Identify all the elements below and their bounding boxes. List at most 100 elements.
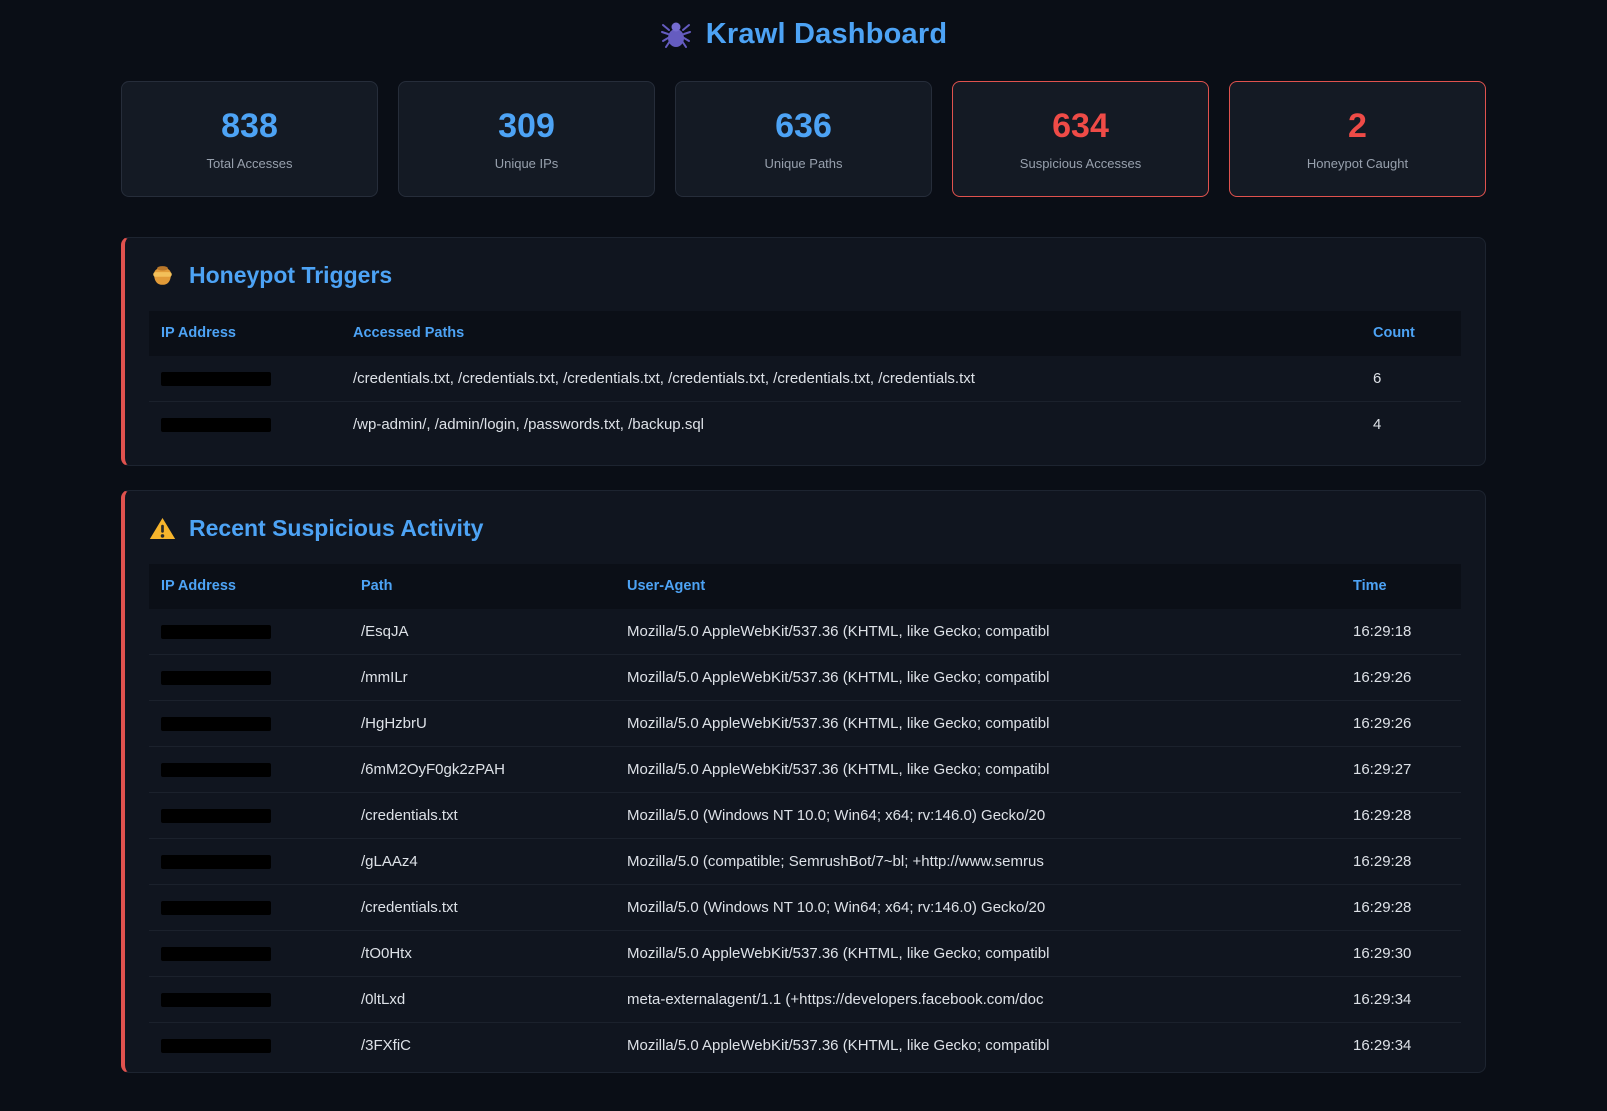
path-cell: /6mM2OyF0gk2zPAH bbox=[349, 747, 615, 793]
suspicious-table-header: IP AddressPathUser-AgentTime bbox=[149, 564, 1461, 609]
stat-card: 309 Unique IPs bbox=[398, 81, 655, 197]
stat-value: 838 bbox=[132, 109, 367, 143]
path-cell: /3FXfiC bbox=[349, 1023, 615, 1069]
user-agent-cell: Mozilla/5.0 AppleWebKit/537.36 (KHTML, l… bbox=[615, 655, 1341, 701]
suspicious-table-row: /3FXfiC Mozilla/5.0 AppleWebKit/537.36 (… bbox=[149, 1023, 1461, 1069]
redacted-ip bbox=[161, 809, 271, 823]
path-cell: /EsqJA bbox=[349, 609, 615, 655]
redacted-ip bbox=[161, 372, 271, 386]
time-cell: 16:29:27 bbox=[1341, 747, 1461, 793]
column-header: Count bbox=[1361, 311, 1461, 356]
user-agent-cell: Mozilla/5.0 AppleWebKit/537.36 (KHTML, l… bbox=[615, 701, 1341, 747]
count-cell: 6 bbox=[1361, 356, 1461, 402]
warning-icon bbox=[149, 516, 176, 541]
ip-cell bbox=[149, 793, 349, 839]
stat-label: Suspicious Accesses bbox=[963, 156, 1198, 171]
krawl-dashboard: Krawl Dashboard 838 Total Accesses 309 U… bbox=[121, 0, 1486, 1073]
honeypot-panel: Honeypot Triggers IP AddressAccessed Pat… bbox=[121, 237, 1486, 466]
suspicious-table-row: /HgHzbrU Mozilla/5.0 AppleWebKit/537.36 … bbox=[149, 701, 1461, 747]
stat-value: 2 bbox=[1240, 109, 1475, 143]
time-cell: 16:29:18 bbox=[1341, 609, 1461, 655]
stat-value: 634 bbox=[963, 109, 1198, 143]
suspicious-heading: Recent Suspicious Activity bbox=[149, 515, 1461, 542]
honeypot-icon bbox=[149, 262, 176, 289]
path-cell: /HgHzbrU bbox=[349, 701, 615, 747]
user-agent-cell: Mozilla/5.0 AppleWebKit/537.36 (KHTML, l… bbox=[615, 931, 1341, 977]
redacted-ip bbox=[161, 671, 271, 685]
user-agent-cell: Mozilla/5.0 (Windows NT 10.0; Win64; x64… bbox=[615, 885, 1341, 931]
redacted-ip bbox=[161, 855, 271, 869]
honeypot-table-row: /wp-admin/, /admin/login, /passwords.txt… bbox=[149, 402, 1461, 448]
ip-cell bbox=[149, 839, 349, 885]
stat-label: Unique IPs bbox=[409, 156, 644, 171]
stat-value: 309 bbox=[409, 109, 644, 143]
redacted-ip bbox=[161, 625, 271, 639]
ip-cell bbox=[149, 402, 341, 448]
honeypot-title: Honeypot Triggers bbox=[189, 262, 392, 289]
path-cell: /0ltLxd bbox=[349, 977, 615, 1023]
redacted-ip bbox=[161, 993, 271, 1007]
ip-cell bbox=[149, 1023, 349, 1069]
accessed-paths-cell: /credentials.txt, /credentials.txt, /cre… bbox=[341, 356, 1361, 402]
suspicious-title: Recent Suspicious Activity bbox=[189, 515, 483, 542]
stat-label: Total Accesses bbox=[132, 156, 367, 171]
column-header: IP Address bbox=[149, 311, 341, 356]
path-cell: /gLAAz4 bbox=[349, 839, 615, 885]
redacted-ip bbox=[161, 901, 271, 915]
page-header: Krawl Dashboard bbox=[121, 18, 1486, 51]
time-cell: 16:29:26 bbox=[1341, 655, 1461, 701]
stat-card: 2 Honeypot Caught bbox=[1229, 81, 1486, 197]
path-cell: /mmILr bbox=[349, 655, 615, 701]
suspicious-table-row: /credentials.txt Mozilla/5.0 (Windows NT… bbox=[149, 793, 1461, 839]
stats-row: 838 Total Accesses 309 Unique IPs 636 Un… bbox=[121, 81, 1486, 197]
time-cell: 16:29:28 bbox=[1341, 885, 1461, 931]
stat-label: Unique Paths bbox=[686, 156, 921, 171]
column-header: Path bbox=[349, 564, 615, 609]
user-agent-cell: meta-externalagent/1.1 (+https://develop… bbox=[615, 977, 1341, 1023]
suspicious-table-row: /0ltLxd meta-externalagent/1.1 (+https:/… bbox=[149, 977, 1461, 1023]
redacted-ip bbox=[161, 1039, 271, 1053]
honeypot-table: IP AddressAccessed PathsCount /credentia… bbox=[149, 311, 1461, 447]
redacted-ip bbox=[161, 418, 271, 432]
redacted-ip bbox=[161, 763, 271, 777]
path-cell: /credentials.txt bbox=[349, 793, 615, 839]
honeypot-table-row: /credentials.txt, /credentials.txt, /cre… bbox=[149, 356, 1461, 402]
stat-value: 636 bbox=[686, 109, 921, 143]
accessed-paths-cell: /wp-admin/, /admin/login, /passwords.txt… bbox=[341, 402, 1361, 448]
time-cell: 16:29:34 bbox=[1341, 977, 1461, 1023]
path-cell: /tO0Htx bbox=[349, 931, 615, 977]
path-cell: /credentials.txt bbox=[349, 885, 615, 931]
user-agent-cell: Mozilla/5.0 AppleWebKit/537.36 (KHTML, l… bbox=[615, 1023, 1341, 1069]
ip-cell bbox=[149, 609, 349, 655]
user-agent-cell: Mozilla/5.0 AppleWebKit/537.36 (KHTML, l… bbox=[615, 609, 1341, 655]
stat-label: Honeypot Caught bbox=[1240, 156, 1475, 171]
column-header: Time bbox=[1341, 564, 1461, 609]
column-header: IP Address bbox=[149, 564, 349, 609]
ip-cell bbox=[149, 885, 349, 931]
ip-cell bbox=[149, 931, 349, 977]
time-cell: 16:29:34 bbox=[1341, 1023, 1461, 1069]
stat-card: 636 Unique Paths bbox=[675, 81, 932, 197]
user-agent-cell: Mozilla/5.0 (Windows NT 10.0; Win64; x64… bbox=[615, 793, 1341, 839]
ip-cell bbox=[149, 356, 341, 402]
spider-icon bbox=[660, 19, 692, 51]
honeypot-table-header: IP AddressAccessed PathsCount bbox=[149, 311, 1461, 356]
suspicious-table: IP AddressPathUser-AgentTime /EsqJA Mozi… bbox=[149, 564, 1461, 1068]
time-cell: 16:29:26 bbox=[1341, 701, 1461, 747]
suspicious-table-row: /6mM2OyF0gk2zPAH Mozilla/5.0 AppleWebKit… bbox=[149, 747, 1461, 793]
user-agent-cell: Mozilla/5.0 (compatible; SemrushBot/7~bl… bbox=[615, 839, 1341, 885]
count-cell: 4 bbox=[1361, 402, 1461, 448]
column-header: Accessed Paths bbox=[341, 311, 1361, 356]
ip-cell bbox=[149, 655, 349, 701]
ip-cell bbox=[149, 977, 349, 1023]
suspicious-table-row: /credentials.txt Mozilla/5.0 (Windows NT… bbox=[149, 885, 1461, 931]
suspicious-table-row: /EsqJA Mozilla/5.0 AppleWebKit/537.36 (K… bbox=[149, 609, 1461, 655]
ip-cell bbox=[149, 747, 349, 793]
time-cell: 16:29:28 bbox=[1341, 839, 1461, 885]
redacted-ip bbox=[161, 947, 271, 961]
page-title: Krawl Dashboard bbox=[706, 18, 948, 51]
redacted-ip bbox=[161, 717, 271, 731]
time-cell: 16:29:30 bbox=[1341, 931, 1461, 977]
column-header: User-Agent bbox=[615, 564, 1341, 609]
suspicious-table-row: /tO0Htx Mozilla/5.0 AppleWebKit/537.36 (… bbox=[149, 931, 1461, 977]
